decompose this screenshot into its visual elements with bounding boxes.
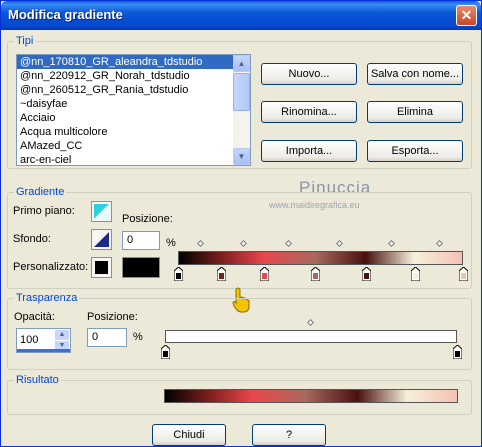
list-scrollbar[interactable]: ▲ ▼ [233,55,250,165]
color-stop[interactable] [216,267,226,281]
elimina-button[interactable]: Elimina [367,101,463,123]
color-stop[interactable] [310,267,320,281]
opacita-value: 100 [20,334,39,346]
rinomina-button[interactable]: Rinomina... [261,101,357,123]
transp-posizione-label: Posizione: [87,311,138,323]
tipi-legend: Tipi [14,35,36,47]
custom-color-preview[interactable] [122,257,160,278]
salva-con-nome-button[interactable]: Salva con nome... [367,63,463,85]
close-button[interactable]: ✕ [456,5,477,26]
opacita-label: Opacità: [14,311,55,323]
primo-piano-label: Primo piano: [13,205,75,217]
color-stop[interactable] [174,267,183,281]
list-item[interactable]: Acqua multicolore [17,125,250,139]
color-stop[interactable] [362,267,372,281]
gradient-percent-label: % [166,237,176,249]
transparency-preview-bar[interactable] [165,330,457,343]
opacita-spin-up-icon[interactable]: ▲ [55,330,69,340]
risultato-legend: Risultato [14,374,61,386]
gradient-posizione-label: Posizione: [122,213,173,225]
list-item[interactable]: AMazed_CC [17,139,250,153]
transp-percent-label: % [133,331,143,343]
dialog-title: Modifica gradiente [8,7,123,22]
gradiente-legend: Gradiente [14,186,67,198]
opacita-blue-bar [17,349,70,352]
trasparenza-legend: Trasparenza [14,292,80,304]
list-item[interactable]: @nn_170810_GR_aleandra_tdstudio [17,55,250,69]
dialog-window: Modifica gradiente ✕ Tipi @nn_170810_GR_… [0,0,482,447]
gradient-type-list[interactable]: @nn_170810_GR_aleandra_tdstudio @nn_22091… [16,54,251,166]
gradient-type-items: @nn_170810_GR_aleandra_tdstudio @nn_22091… [17,55,250,165]
foreground-gradient-icon [94,204,109,219]
list-item[interactable]: ~daisyfae [17,97,250,111]
color-stop[interactable] [259,267,269,281]
result-preview-bar [164,389,458,403]
list-item[interactable]: arc-en-ciel [17,153,250,165]
opacity-stop[interactable] [453,345,462,359]
color-stop[interactable] [459,267,468,281]
sfondo-label: Sfondo: [13,233,51,245]
foreground-swatch-button[interactable] [91,201,112,222]
gradient-preview-bar[interactable] [178,251,463,265]
importa-button[interactable]: Importa... [261,140,357,162]
nuovo-button[interactable]: Nuovo... [261,63,357,85]
help-button[interactable]: ? [252,424,326,446]
background-swatch-button[interactable] [91,229,112,250]
list-item[interactable]: Acciaio [17,111,250,125]
gradiente-group: Gradiente [7,186,472,289]
custom-swatch-button[interactable] [91,257,112,278]
color-stop[interactable] [410,267,420,281]
chiudi-button[interactable]: Chiudi [152,424,226,446]
list-item[interactable]: @nn_260512_GR_Rania_tdstudio [17,83,250,97]
background-gradient-icon [94,232,109,247]
scroll-down-icon[interactable]: ▼ [233,148,250,165]
esporta-button[interactable]: Esporta... [367,140,463,162]
opacita-input[interactable]: 100 ▲ ▼ [16,328,71,353]
title-bar: Modifica gradiente ✕ [1,1,481,30]
scroll-up-icon[interactable]: ▲ [233,55,250,72]
transp-posizione-input[interactable]: 0 [87,328,127,347]
opacity-stop[interactable] [161,345,170,359]
personalizzato-label: Personalizzato: [13,261,89,273]
scroll-thumb[interactable] [233,73,250,111]
list-item[interactable]: @nn_220912_GR_Norah_tdstudio [17,69,250,83]
gradient-posizione-input[interactable]: 0 [122,231,160,250]
custom-color-icon [95,261,108,274]
